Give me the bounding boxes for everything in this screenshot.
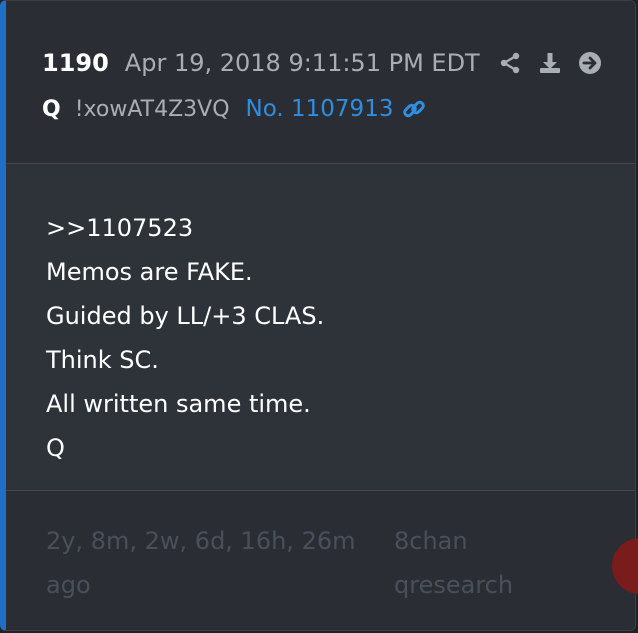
forward-icon[interactable]: [578, 51, 602, 75]
post-header: 1190 Apr 19, 2018 9:11:51 PM EDT Q !xowA…: [6, 1, 635, 164]
post-number: 1190: [42, 49, 109, 77]
post-text: >>1107523 Memos are FAKE. Guided by LL/+…: [46, 206, 324, 470]
post-line-quote-reply[interactable]: >>1107523: [46, 206, 324, 250]
post-number-link[interactable]: No. 1107913: [246, 96, 394, 122]
relative-time: 2y, 8m, 2w, 6d, 16h, 26m ago: [46, 527, 356, 599]
post-card: 1190 Apr 19, 2018 9:11:51 PM EDT Q !xowA…: [0, 0, 636, 631]
share-icon[interactable]: [498, 51, 522, 75]
post-meta-row: 1190 Apr 19, 2018 9:11:51 PM EDT: [42, 45, 602, 81]
post-line: Memos are FAKE.: [46, 258, 253, 286]
download-icon[interactable]: [538, 51, 562, 75]
post-source: 8chan qresearch: [394, 527, 514, 599]
post-line: Q: [46, 434, 65, 462]
author-name: Q: [42, 96, 61, 122]
link-icon[interactable]: [401, 96, 427, 122]
post-line: Guided by LL/+3 CLAS.: [46, 302, 325, 330]
post-line: All written same time.: [46, 390, 311, 418]
post-actions: [498, 51, 602, 75]
post-footer: 2y, 8m, 2w, 6d, 16h, 26m ago 8chan qrese…: [6, 491, 635, 630]
post-author-row: Q !xowAT4Z3VQ No. 1107913: [42, 91, 427, 127]
post-timestamp: Apr 19, 2018 9:11:51 PM EDT: [124, 49, 480, 77]
post-body: >>1107523 Memos are FAKE. Guided by LL/+…: [6, 164, 635, 491]
post-line: Think SC.: [46, 346, 159, 374]
author-tripcode: !xowAT4Z3VQ: [74, 96, 230, 122]
